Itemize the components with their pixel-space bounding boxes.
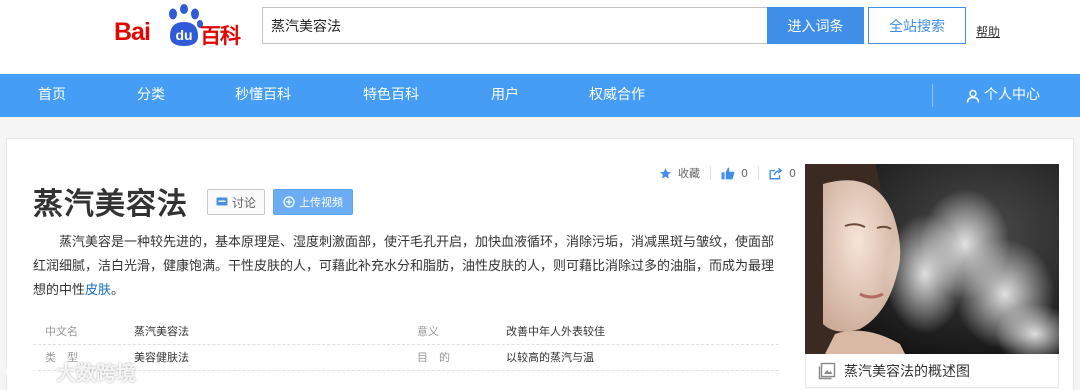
- info-key: 中文名: [45, 325, 78, 338]
- share-action[interactable]: 0: [769, 167, 796, 180]
- info-value: 蒸汽美容法: [134, 325, 189, 338]
- header: Bai du 百科 进入词条 全站搜索 帮助: [0, 0, 1080, 74]
- summary-image[interactable]: [805, 164, 1059, 354]
- action-divider: [758, 166, 759, 180]
- summary-caption-text: 蒸汽美容法的概述图: [844, 363, 970, 380]
- help-link[interactable]: 帮助: [976, 23, 1000, 40]
- summary-paragraph: 蒸汽美容是一种较先进的，基本原理是、湿度刺激面部，使汗毛孔开启，加快血液循环，消…: [33, 231, 781, 303]
- nav-item-category[interactable]: 分类: [137, 74, 165, 117]
- summary-text: 蒸汽美容是一种较先进的，基本原理是、湿度刺激面部，使汗毛孔开启，加快血液循环，消…: [33, 235, 775, 298]
- site-search-button[interactable]: 全站搜索: [868, 7, 966, 44]
- comment-icon: [216, 197, 228, 205]
- nav-item-partners[interactable]: 权威合作: [589, 74, 645, 117]
- info-key: 意义: [417, 325, 439, 338]
- upload-label: 上传视频: [299, 196, 343, 209]
- article-card: 蒸汽美容法 讨论 上传视频 收藏 0 0 蒸汽美容是一种较先进的，基本原理是、湿…: [6, 138, 1074, 390]
- plus-circle-icon: [283, 196, 295, 208]
- favorite-label: 收藏: [678, 167, 700, 180]
- basic-info-table: 中文名 蒸汽美容法 意义 改善中年人外表较佳 类 型 美容健肤法 目 的 以较高…: [33, 319, 779, 371]
- watermark-text: 大数跨境: [56, 360, 136, 385]
- info-value: 以较高的蒸汽与温: [506, 351, 594, 364]
- info-key: 目 的: [417, 351, 450, 364]
- nav-item-miaodong[interactable]: 秒懂百科: [235, 74, 291, 117]
- info-value: 改善中年人外表较佳: [506, 325, 605, 338]
- star-icon: [660, 167, 671, 179]
- watermark: 大数跨境: [6, 354, 136, 388]
- skin-link[interactable]: 皮肤: [85, 283, 111, 298]
- nav-item-home[interactable]: 首页: [38, 74, 66, 117]
- nav-divider: [932, 84, 933, 107]
- logo-text-du: du: [175, 27, 193, 43]
- steam-face-illustration: [805, 164, 1059, 354]
- album-icon: [818, 362, 836, 379]
- user-icon: [966, 89, 980, 103]
- main-nav: 首页 分类 秒懂百科 特色百科 用户 权威合作 个人中心: [0, 74, 1080, 117]
- nav-user-center[interactable]: 个人中心: [966, 74, 1040, 117]
- watermark-logo-icon: [6, 362, 52, 380]
- summary-image-caption[interactable]: 蒸汽美容法的概述图: [805, 354, 1059, 388]
- like-count: 0: [741, 166, 748, 180]
- info-value: 美容健肤法: [134, 351, 189, 364]
- nav-item-users[interactable]: 用户: [491, 74, 519, 117]
- user-center-label: 个人中心: [984, 87, 1040, 103]
- share-count: 0: [789, 166, 796, 180]
- action-divider: [710, 166, 711, 180]
- search-input[interactable]: [262, 7, 767, 44]
- thumbs-up-icon: [721, 167, 735, 179]
- info-row: 中文名 蒸汽美容法 意义 改善中年人外表较佳: [33, 319, 779, 345]
- enter-entry-button[interactable]: 进入词条: [767, 7, 864, 44]
- share-icon: [769, 167, 783, 179]
- favorite-action[interactable]: 收藏: [659, 165, 700, 181]
- info-row: 类 型 美容健肤法 目 的 以较高的蒸汽与温: [33, 345, 779, 371]
- like-action[interactable]: 0: [721, 167, 748, 180]
- summary-end: 。: [111, 283, 125, 298]
- page-title: 蒸汽美容法: [33, 187, 188, 222]
- article-actions: 收藏 0 0: [659, 164, 796, 182]
- baidu-baike-logo[interactable]: Bai du 百科: [112, 4, 248, 54]
- logo-text-bai: Bai: [114, 18, 151, 46]
- discuss-label: 讨论: [231, 195, 256, 210]
- upload-video-button[interactable]: 上传视频: [273, 189, 353, 215]
- discuss-button[interactable]: 讨论: [207, 189, 265, 215]
- nav-item-featured[interactable]: 特色百科: [363, 74, 419, 117]
- logo-text-baike: 百科: [200, 24, 241, 48]
